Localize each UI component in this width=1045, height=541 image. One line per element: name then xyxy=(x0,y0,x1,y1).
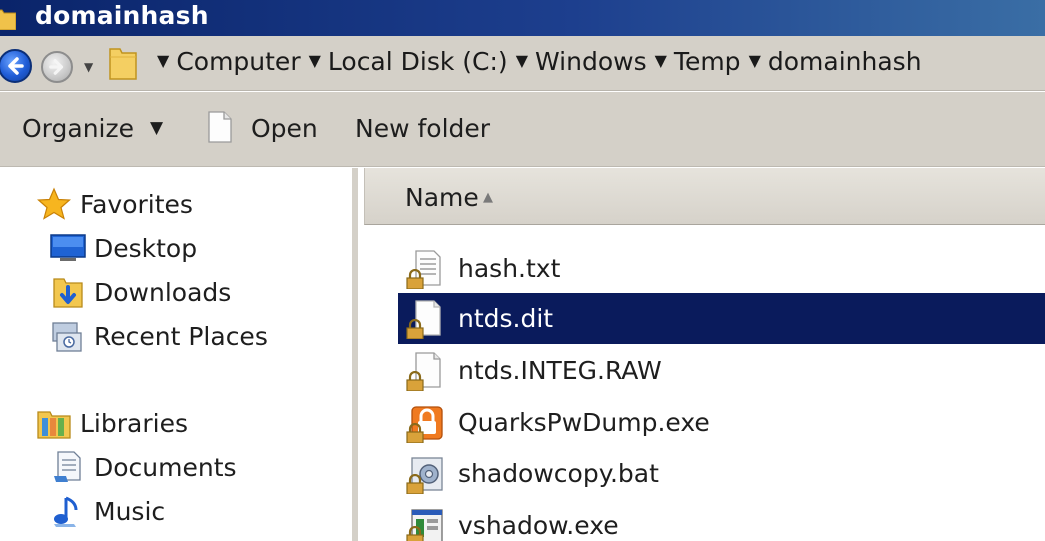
command-toolbar: Organize ▼ Open New folder xyxy=(0,92,1045,167)
arrow-right-icon xyxy=(49,59,64,75)
nav-item-favorites[interactable]: Favorites xyxy=(36,187,193,221)
file-row[interactable]: ntds.INTEG.RAW xyxy=(398,345,1045,396)
breadcrumb-chevron-icon[interactable]: ▼ xyxy=(655,51,667,70)
breadcrumb-chevron-icon[interactable]: ▼ xyxy=(157,51,169,70)
file-name: hash.txt xyxy=(458,254,561,283)
breadcrumb-domainhash[interactable]: domainhash xyxy=(768,47,922,76)
lock-icon xyxy=(406,422,424,443)
file-row[interactable]: QuarksPwDump.exe xyxy=(398,397,1045,448)
lock-icon xyxy=(406,318,424,339)
star-icon xyxy=(36,187,72,221)
file-name: ntds.INTEG.RAW xyxy=(458,356,662,385)
nav-label: Downloads xyxy=(94,277,232,307)
address-bar: ▼ ▼ Computer ▼ Local Disk (C:) ▼ Windows… xyxy=(0,36,1045,91)
lock-icon xyxy=(406,268,424,289)
file-row-selected[interactable]: ntds.dit xyxy=(398,293,1045,344)
file-row[interactable]: shadowcopy.bat xyxy=(398,448,1045,499)
text-file-icon xyxy=(406,249,446,289)
breadcrumb-chevron-icon[interactable]: ▼ xyxy=(309,51,321,70)
recent-places-icon xyxy=(50,319,86,353)
sort-ascending-icon: ▲ xyxy=(483,190,493,205)
file-row[interactable]: vshadow.exe xyxy=(398,500,1045,541)
breadcrumb-windows[interactable]: Windows xyxy=(535,47,647,76)
file-icon xyxy=(406,299,446,339)
column-header-name[interactable]: Name ▲ xyxy=(364,168,1045,225)
nav-label: Documents xyxy=(94,452,237,482)
nav-item-documents[interactable]: Documents xyxy=(50,450,237,484)
nav-item-music[interactable]: Music xyxy=(50,494,165,528)
window-title: domainhash xyxy=(35,1,209,30)
breadcrumb: ▼ Computer ▼ Local Disk (C:) ▼ Windows ▼… xyxy=(155,47,922,76)
nav-item-desktop[interactable]: Desktop xyxy=(50,231,197,265)
open-button[interactable]: Open xyxy=(251,114,318,143)
exe-app-icon xyxy=(406,506,446,541)
nav-label: Favorites xyxy=(80,189,193,219)
title-bar: domainhash xyxy=(0,0,1045,36)
music-icon xyxy=(50,494,86,528)
organize-button[interactable]: Organize ▼ xyxy=(22,114,163,143)
nav-item-downloads[interactable]: Downloads xyxy=(50,275,231,309)
document-icon xyxy=(208,111,232,143)
batch-file-icon xyxy=(406,454,446,494)
breadcrumb-computer[interactable]: Computer xyxy=(176,47,300,76)
libraries-icon xyxy=(36,406,72,440)
file-name: QuarksPwDump.exe xyxy=(458,408,710,437)
arrow-left-icon xyxy=(8,57,24,75)
folder-icon xyxy=(0,9,16,30)
desktop-icon xyxy=(50,231,86,265)
file-row[interactable]: hash.txt xyxy=(398,243,1045,294)
breadcrumb-chevron-icon[interactable]: ▼ xyxy=(516,51,528,70)
lock-icon xyxy=(406,525,424,541)
column-label: Name xyxy=(405,183,479,212)
navigation-pane: Favorites Desktop Downloads Recent Place… xyxy=(0,168,358,541)
chevron-down-icon: ▼ xyxy=(150,117,164,138)
back-button[interactable] xyxy=(0,49,32,83)
documents-icon xyxy=(50,450,86,484)
breadcrumb-chevron-icon[interactable]: ▼ xyxy=(749,51,761,70)
nav-label: Desktop xyxy=(94,233,198,263)
file-name: ntds.dit xyxy=(458,304,554,333)
quarkspwdump-app-icon xyxy=(406,403,446,443)
file-name: vshadow.exe xyxy=(458,511,619,540)
nav-item-recent-places[interactable]: Recent Places xyxy=(50,319,268,353)
nav-label: Music xyxy=(94,496,166,526)
folder-icon xyxy=(109,48,137,80)
lock-icon xyxy=(406,473,424,494)
nav-item-libraries[interactable]: Libraries xyxy=(36,406,188,440)
file-icon xyxy=(406,351,446,391)
nav-label: Libraries xyxy=(80,408,188,438)
file-list-pane: Name ▲ hash.txt ntds.dit ntds.INTEG.RAW … xyxy=(364,168,1045,541)
history-dropdown-icon[interactable]: ▼ xyxy=(84,60,93,74)
organize-label: Organize xyxy=(22,114,134,143)
forward-button[interactable] xyxy=(41,51,73,83)
breadcrumb-temp[interactable]: Temp xyxy=(674,47,741,76)
breadcrumb-local-disk[interactable]: Local Disk (C:) xyxy=(328,47,508,76)
nav-label: Recent Places xyxy=(94,321,268,351)
file-name: shadowcopy.bat xyxy=(458,459,659,488)
lock-icon xyxy=(406,370,424,391)
downloads-folder-icon xyxy=(50,275,86,309)
new-folder-button[interactable]: New folder xyxy=(355,114,490,143)
